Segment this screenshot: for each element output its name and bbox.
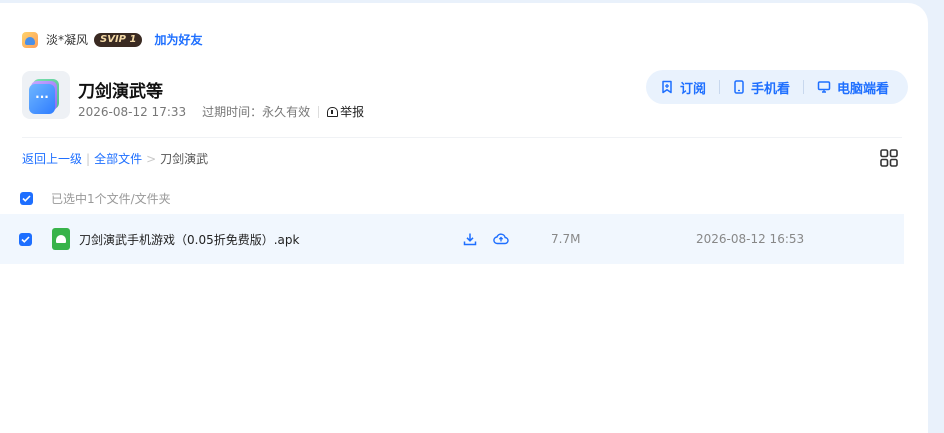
- subscribe-button[interactable]: 订阅: [660, 78, 706, 97]
- created-time: 2026-08-12 17:33: [78, 104, 187, 119]
- share-title: 刀剑演武等: [78, 82, 163, 102]
- table-row[interactable]: 刀剑演武手机游戏（0.05折免费版）.apk 7.7M 2026-08-12 1…: [0, 214, 904, 264]
- bookmark-icon: [662, 80, 672, 94]
- breadcrumb-back[interactable]: 返回上一级: [22, 150, 82, 167]
- android-apk-icon: [52, 228, 70, 250]
- selection-count: 已选中1个文件/文件夹: [51, 192, 171, 206]
- sharer-name: 淡*凝风: [46, 33, 89, 47]
- vip-badge: SVIP 1: [94, 32, 143, 47]
- breadcrumb-separator: >: [146, 151, 157, 166]
- avatar: [22, 31, 38, 48]
- share-folder-icon: ···: [22, 71, 70, 119]
- file-name[interactable]: 刀剑演武手机游戏（0.05折免费版）.apk: [79, 231, 463, 248]
- check-icon: [21, 235, 30, 243]
- selection-header: 已选中1个文件/文件夹: [20, 190, 171, 207]
- save-to-cloud-icon[interactable]: [493, 232, 509, 246]
- select-all-checkbox[interactable]: [20, 192, 33, 205]
- monitor-icon: [817, 81, 831, 93]
- view-on-phone-button[interactable]: 手机看: [733, 78, 790, 97]
- share-meta: 2026-08-12 17:33 过期时间：永久有效 举报: [78, 103, 364, 120]
- share-card: 淡*凝风 SVIP 1 加为好友 ··· 刀剑演武等 2026-08-12 17…: [0, 3, 928, 433]
- subscribe-label: 订阅: [680, 81, 707, 97]
- pc-label: 电脑端看: [837, 81, 890, 97]
- header-divider: [22, 137, 902, 138]
- check-icon: [22, 195, 31, 202]
- breadcrumb-all-files[interactable]: 全部文件: [94, 150, 142, 167]
- breadcrumb-divider: |: [86, 151, 91, 166]
- action-bar: 订阅 手机看 电脑端看: [646, 70, 908, 104]
- side-scroll-area: [932, 0, 944, 420]
- meta-divider: [318, 105, 320, 118]
- phone-icon: [734, 80, 744, 94]
- file-size: 7.7M: [551, 232, 581, 246]
- breadcrumb: 返回上一级 | 全部文件 > 刀剑演武: [22, 150, 208, 167]
- sharer-info: 淡*凝风 SVIP 1 加为好友: [22, 31, 202, 48]
- report-button[interactable]: 举报: [327, 103, 364, 120]
- action-divider: [719, 80, 721, 94]
- report-label: 举报: [340, 105, 365, 119]
- file-date: 2026-08-12 16:53: [696, 232, 805, 246]
- phone-label: 手机看: [751, 81, 791, 97]
- expire-time: 过期时间：永久有效: [202, 105, 311, 119]
- view-on-pc-button[interactable]: 电脑端看: [817, 78, 889, 97]
- grid-view-icon[interactable]: [880, 149, 898, 167]
- breadcrumb-current: 刀剑演武: [160, 152, 209, 166]
- download-icon[interactable]: [463, 232, 477, 246]
- action-divider: [803, 80, 805, 94]
- add-friend-link[interactable]: 加为好友: [154, 31, 202, 48]
- alarm-icon: [327, 106, 339, 117]
- row-checkbox[interactable]: [19, 232, 32, 246]
